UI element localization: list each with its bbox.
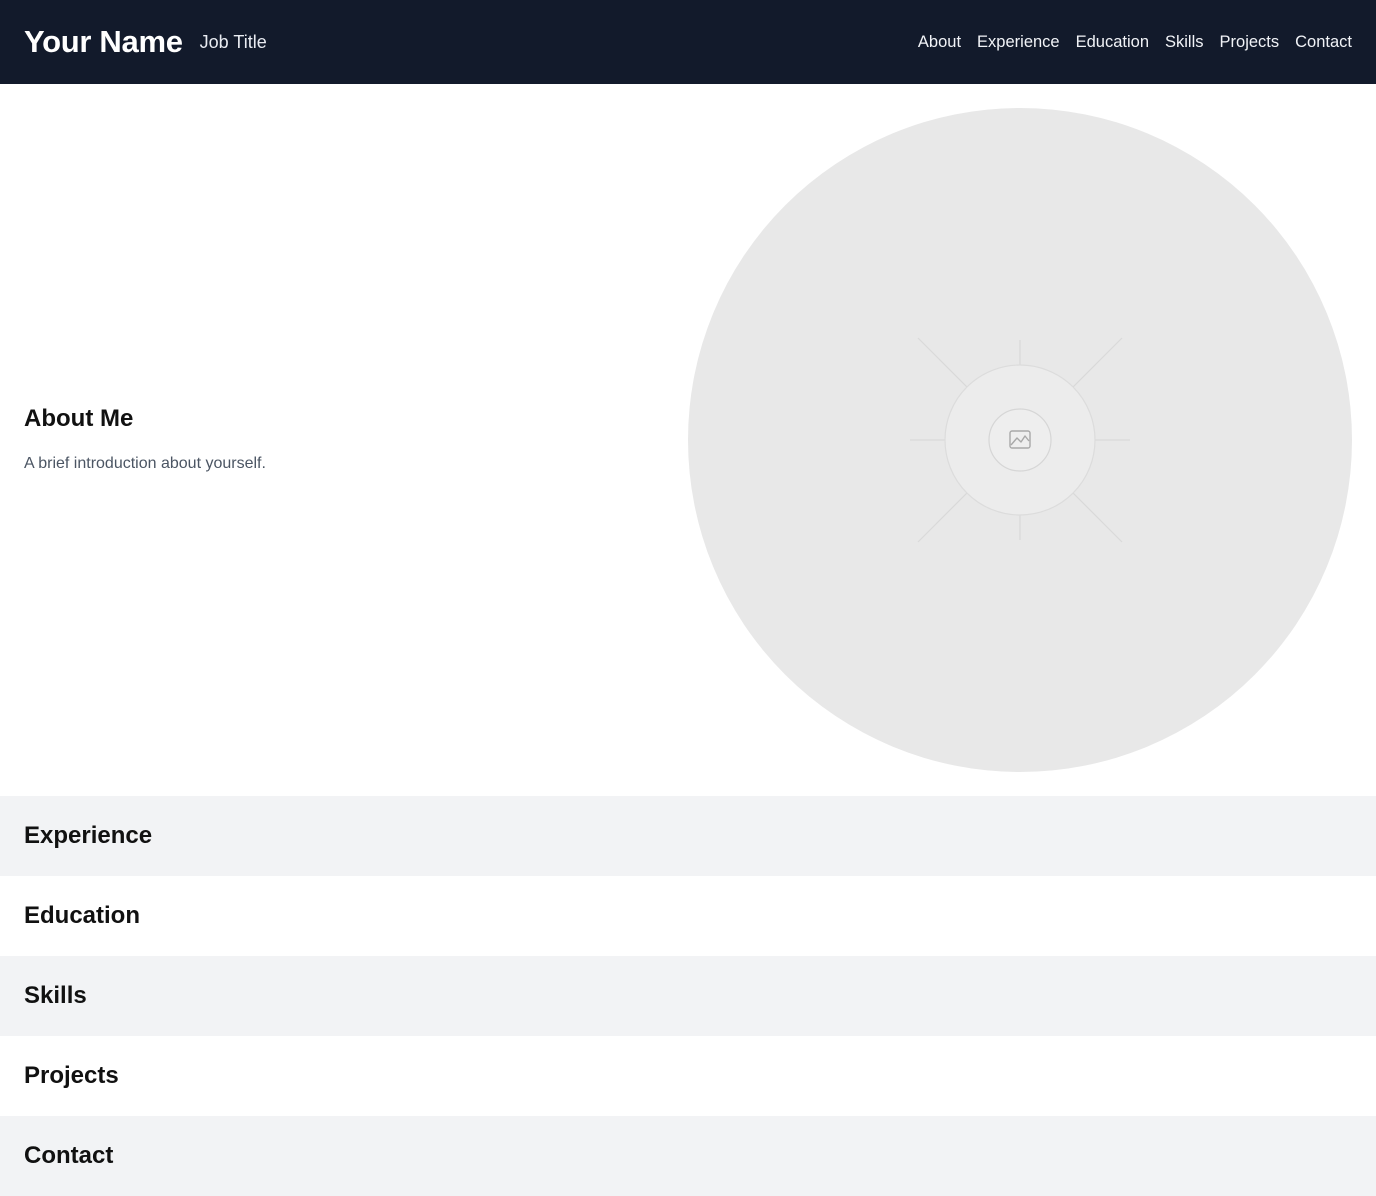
projects-section: Projects xyxy=(0,1036,1376,1116)
education-section: Education xyxy=(0,876,1376,956)
contact-section: Contact xyxy=(0,1116,1376,1196)
site-header: Your Name Job Title About Experience Edu… xyxy=(0,0,1376,84)
main-nav: About Experience Education Skills Projec… xyxy=(918,33,1352,52)
nav-link-skills[interactable]: Skills xyxy=(1165,33,1204,52)
profile-photo-placeholder[interactable] xyxy=(688,108,1352,772)
skills-section: Skills xyxy=(0,956,1376,1036)
site-name[interactable]: Your Name xyxy=(24,24,183,60)
contact-heading: Contact xyxy=(24,1142,114,1169)
projects-heading: Projects xyxy=(24,1062,119,1089)
education-heading: Education xyxy=(24,902,141,929)
experience-heading: Experience xyxy=(24,822,153,849)
about-heading: About Me xyxy=(24,405,134,432)
nav-link-education[interactable]: Education xyxy=(1076,33,1149,52)
nav-link-experience[interactable]: Experience xyxy=(977,33,1060,52)
job-title: Job Title xyxy=(199,32,267,52)
skills-heading: Skills xyxy=(24,982,87,1009)
about-text: A brief introduction about yourself. xyxy=(24,455,266,472)
experience-section: Experience xyxy=(0,796,1376,876)
nav-link-about[interactable]: About xyxy=(918,33,961,52)
about-section: About Me A brief introduction about your… xyxy=(0,84,1376,796)
nav-link-contact[interactable]: Contact xyxy=(1295,33,1352,52)
image-placeholder-icon xyxy=(910,337,1130,543)
nav-link-projects[interactable]: Projects xyxy=(1220,33,1280,52)
